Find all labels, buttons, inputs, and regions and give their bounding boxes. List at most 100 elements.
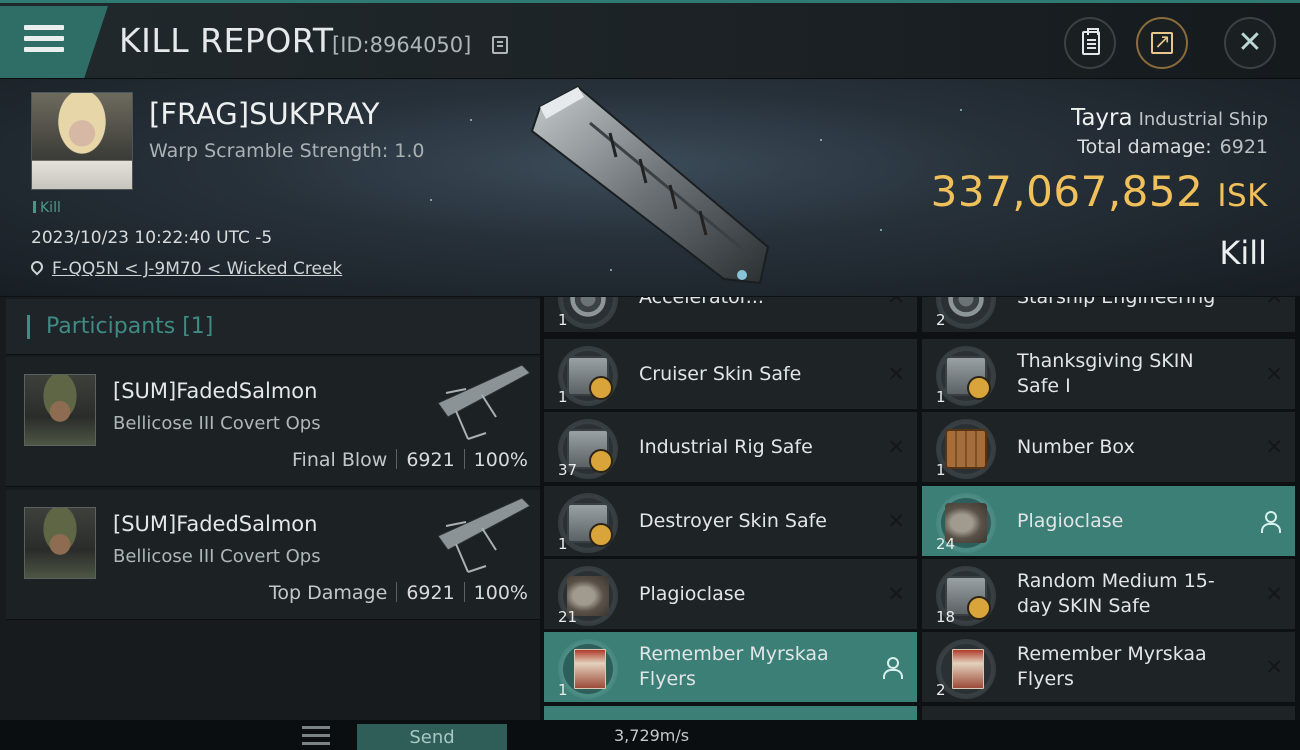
item-quantity: 1 xyxy=(558,681,568,699)
total-damage-label: Total damage: xyxy=(1077,136,1212,158)
speed-readout: 3,729m/s xyxy=(614,726,690,745)
participant-damage: 6921 xyxy=(406,449,455,471)
total-damage: Total damage: 6921 xyxy=(1077,136,1268,158)
isk-amount: 337,067,852 xyxy=(930,167,1204,216)
item-row[interactable]: 21 Plagioclase ✕ xyxy=(544,559,917,629)
participants-header: Participants [1] xyxy=(6,299,540,355)
skin-safe-icon xyxy=(567,503,613,547)
ship-render xyxy=(530,85,770,285)
participant-percent: 100% xyxy=(473,449,528,471)
remove-icon[interactable]: ✕ xyxy=(1265,435,1283,459)
item-row[interactable]: 2 Starship Engineering ✕ xyxy=(922,297,1295,332)
participant-name: [SUM]FadedSalmon xyxy=(113,512,318,536)
item-name: Remember Myrskaa Flyers xyxy=(1017,643,1207,690)
victim-summary: [FRAG]SUKPRAY Warp Scramble Strength: 1.… xyxy=(0,78,1300,296)
warp-scramble-strength: Warp Scramble Strength: 1.0 xyxy=(149,140,425,162)
item-name: Thanksgiving SKIN Safe I xyxy=(1017,350,1194,397)
flyer-icon xyxy=(574,649,606,689)
participant-label: Final Blow xyxy=(292,449,388,471)
participants-title: Participants [1] xyxy=(46,314,214,339)
participant-stats: Top Damage 6921 100% xyxy=(269,582,528,604)
kill-result: Kill xyxy=(1219,234,1267,272)
participant-ship-icon xyxy=(437,364,531,440)
total-damage-value: 6921 xyxy=(1219,136,1268,158)
item-row-partial[interactable] xyxy=(544,706,917,720)
send-button[interactable]: Send xyxy=(357,724,507,750)
report-id: [ID:8964050] xyxy=(332,33,472,57)
item-name: Accelerator... xyxy=(639,297,859,332)
item-row[interactable]: 1 Cruiser Skin Safe ✕ xyxy=(544,339,917,409)
participant-avatar[interactable] xyxy=(24,507,96,579)
item-quantity: 24 xyxy=(936,535,956,553)
item-row[interactable]: 1 Accelerator... ✕ xyxy=(544,297,917,332)
remove-icon[interactable]: ✕ xyxy=(1265,655,1283,679)
participant-row[interactable]: [SUM]FadedSalmon Bellicose III Covert Op… xyxy=(6,357,540,487)
participant-avatar[interactable] xyxy=(24,374,96,446)
copy-icon[interactable] xyxy=(492,36,508,54)
remove-icon[interactable]: ✕ xyxy=(887,435,905,459)
remove-icon[interactable]: ✕ xyxy=(1265,297,1283,309)
clipboard-button[interactable] xyxy=(1064,17,1116,69)
item-name: Cruiser Skin Safe xyxy=(639,362,802,385)
item-name: Industrial Rig Safe xyxy=(639,435,813,458)
skillbook-icon xyxy=(945,297,987,319)
participant-ship: Bellicose III Covert Ops xyxy=(113,546,321,567)
top-bar: KILL REPORT [ID:8964050] ✕ xyxy=(0,0,1300,78)
item-row-selected[interactable]: 24 Plagioclase xyxy=(922,486,1295,556)
remove-icon[interactable]: ✕ xyxy=(1265,582,1283,606)
item-quantity: 21 xyxy=(558,608,578,626)
close-button[interactable]: ✕ xyxy=(1224,17,1276,69)
item-quantity: 18 xyxy=(936,608,956,626)
victim-avatar[interactable] xyxy=(31,92,133,190)
close-icon: ✕ xyxy=(1237,25,1263,60)
person-icon[interactable] xyxy=(1260,511,1281,533)
item-row[interactable]: 37 Industrial Rig Safe ✕ xyxy=(544,412,917,482)
participant-ship-icon xyxy=(437,497,531,573)
item-name: Number Box xyxy=(1017,435,1135,458)
share-button[interactable] xyxy=(1136,17,1188,69)
remove-icon[interactable]: ✕ xyxy=(887,582,905,606)
header-accent-bar xyxy=(27,315,30,339)
item-row-selected[interactable]: 1 Remember Myrskaa Flyers xyxy=(544,632,917,702)
location-link[interactable]: F-QQ5N < J-9M70 < Wicked Creek xyxy=(52,259,342,279)
item-quantity: 2 xyxy=(936,681,946,699)
item-row[interactable]: 1 Number Box ✕ xyxy=(922,412,1295,482)
clipboard-icon xyxy=(1082,28,1100,55)
victim-name[interactable]: [FRAG]SUKPRAY xyxy=(149,97,380,131)
victim-ship[interactable]: Tayra Industrial Ship xyxy=(1071,105,1268,131)
item-quantity: 1 xyxy=(558,311,568,329)
item-quantity: 1 xyxy=(558,388,568,406)
item-row[interactable]: 1 Destroyer Skin Safe ✕ xyxy=(544,486,917,556)
isk-value: 337,067,852 ISK xyxy=(931,167,1268,216)
bottom-chat-bar: Send 3,729m/s xyxy=(0,720,1300,750)
item-row[interactable]: 18 Random Medium 15-day SKIN Safe ✕ xyxy=(922,559,1295,629)
remove-icon[interactable]: ✕ xyxy=(887,509,905,533)
participant-label: Top Damage xyxy=(269,582,388,604)
item-row[interactable]: 1 Thanksgiving SKIN Safe I ✕ xyxy=(922,339,1295,409)
item-quantity: 1 xyxy=(558,535,568,553)
remove-icon[interactable]: ✕ xyxy=(887,362,905,386)
remove-icon[interactable]: ✕ xyxy=(1265,362,1283,386)
hamburger-menu-icon[interactable] xyxy=(24,25,64,57)
item-row-partial[interactable] xyxy=(922,706,1295,720)
participant-ship: Bellicose III Covert Ops xyxy=(113,413,321,434)
dropped-items-grid[interactable]: 1 Accelerator... ✕ 1 Cruiser Skin Safe ✕… xyxy=(544,297,1300,720)
participant-name: [SUM]FadedSalmon xyxy=(113,379,318,403)
kill-tag: Kill xyxy=(33,200,61,216)
item-quantity: 37 xyxy=(558,461,578,479)
accelerator-icon xyxy=(567,297,609,319)
item-name: Remember Myrskaa Flyers xyxy=(639,643,829,690)
item-name: Plagioclase xyxy=(639,582,746,605)
person-icon[interactable] xyxy=(882,657,903,679)
skin-safe-icon xyxy=(945,356,991,400)
location-pin-icon xyxy=(28,258,46,276)
page-title: KILL REPORT xyxy=(119,21,334,60)
participant-stats: Final Blow 6921 100% xyxy=(292,449,528,471)
item-row[interactable]: 2 Remember Myrskaa Flyers ✕ xyxy=(922,632,1295,702)
participant-row[interactable]: [SUM]FadedSalmon Bellicose III Covert Op… xyxy=(6,490,540,620)
remove-icon[interactable]: ✕ xyxy=(887,297,905,309)
list-icon[interactable] xyxy=(302,726,330,748)
skin-safe-icon xyxy=(567,356,613,400)
ship-class: Industrial Ship xyxy=(1138,109,1268,130)
item-name: Starship Engineering xyxy=(1017,297,1237,332)
